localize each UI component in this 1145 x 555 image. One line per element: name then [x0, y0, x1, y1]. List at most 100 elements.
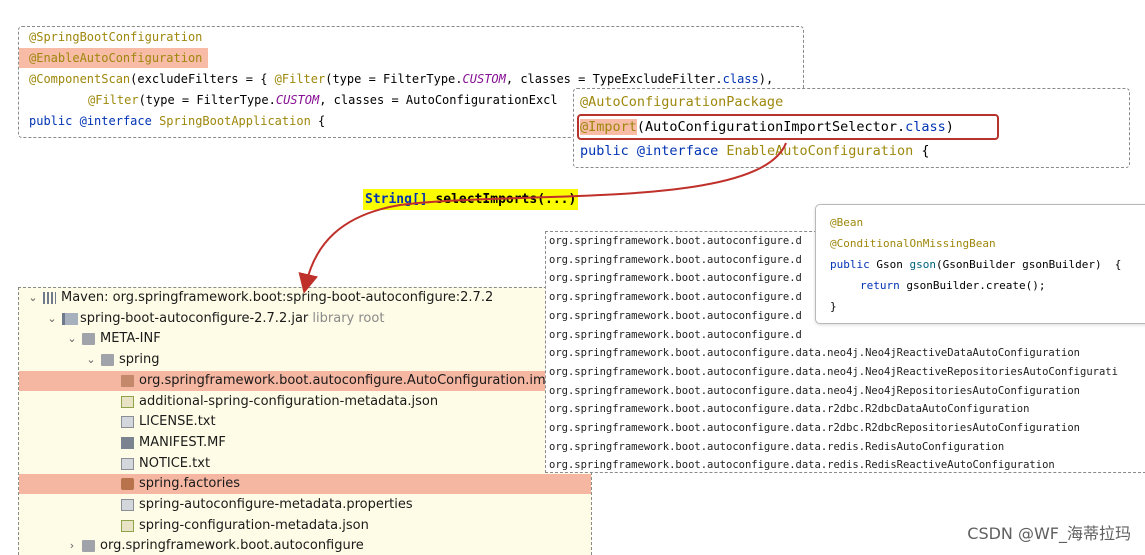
chevron-down-icon[interactable]: ⌄	[85, 350, 97, 370]
text-file-icon	[121, 416, 134, 429]
code-text: {	[310, 114, 326, 128]
tree-row[interactable]: additional-spring-configuration-metadata…	[19, 392, 591, 412]
chevron-down-icon[interactable]: ⌄	[27, 288, 39, 308]
chevron-down-icon[interactable]: ⌄	[46, 309, 58, 329]
tree-row-label: org.springframework.boot.autoconfigure	[100, 538, 364, 554]
public-keyword: public	[29, 114, 73, 128]
jar-icon	[62, 312, 78, 325]
tree-row[interactable]: ⌄ spring-boot-autoconfigure-2.7.2.jar lib…	[19, 309, 591, 329]
tree-row[interactable]: ⌄ Maven: org.springframework.boot:spring-…	[19, 288, 591, 308]
tree-row[interactable]: org.springframework.boot.autoconfigure.A…	[19, 370, 591, 391]
code-text: Gson	[869, 258, 910, 271]
json-file-icon	[121, 519, 134, 532]
interface-keyword: @interface	[79, 114, 152, 128]
code-line-1: @Bean	[830, 216, 863, 230]
folder-icon	[82, 540, 95, 553]
tree-row-label: META-INF	[100, 331, 161, 347]
code-text: ),	[758, 72, 774, 86]
import-annotation: @Import	[580, 119, 637, 135]
tree-row[interactable]: ⌄ spring	[19, 350, 591, 370]
public-keyword: public	[830, 258, 870, 271]
code-line-2: @EnableAutoConfiguration	[19, 48, 209, 68]
auto-configuration-entry: org.springframework.boot.autoconfigure.d…	[549, 347, 1081, 360]
bean-annotation: @Bean	[830, 216, 864, 229]
closing-brace: }	[830, 300, 837, 313]
code-line-4: return gsonBuilder.create();	[860, 279, 1045, 293]
select-imports-method: selectImports(...)	[435, 192, 577, 207]
tree-row-label: MANIFEST.MF	[139, 434, 226, 450]
watermark: CSDN @WF_海蒂拉玛	[967, 520, 1131, 544]
code-line-2: @Import(AutoConfigurationImportSelector.…	[580, 119, 954, 135]
chevron-right-icon[interactable]: ›	[66, 536, 78, 555]
tree-row[interactable]: MANIFEST.MF	[19, 433, 591, 453]
auto-configuration-entry: org.springframework.boot.autoconfigure.d…	[549, 459, 1055, 472]
project-tree: ⌄ Maven: org.springframework.boot:spring-…	[18, 287, 592, 555]
tree-row-label: spring.factories	[139, 476, 241, 492]
code-text: (type = FilterType.	[138, 93, 276, 107]
tree-row[interactable]: NOTICE.txt	[19, 454, 591, 474]
class-keyword: class	[905, 119, 946, 135]
public-keyword: public	[580, 143, 629, 159]
tree-row[interactable]: › org.springframework.boot.autoconfigure	[19, 536, 591, 555]
enable-auto-configuration-name: EnableAutoConfiguration	[726, 143, 914, 159]
auto-configuration-entry: org.springframework.boot.autoconfigure.d…	[549, 422, 1081, 434]
gson-method-name: gson	[909, 258, 937, 271]
auto-configuration-entry: org.springframework.boot.autoconfigure.d…	[549, 384, 1081, 397]
folder-icon	[82, 333, 95, 346]
tree-row[interactable]: spring.factories	[19, 474, 591, 495]
folder-icon	[101, 354, 114, 367]
code-line-5: }	[830, 300, 837, 314]
springboot-application-name: SpringBootApplication	[159, 114, 311, 128]
tree-row-label: NOTICE.txt	[139, 455, 211, 471]
auto-configuration-entry: org.springframework.boot.autoconfigure.d…	[549, 440, 1005, 453]
code-text: , classes = TypeExcludeFilter.	[505, 72, 723, 86]
text-file-icon	[121, 457, 134, 470]
library-icon	[43, 292, 56, 304]
code-line-3: public Gson gson(GsonBuilder gsonBuilder…	[830, 258, 1121, 272]
code-line-3: @ComponentScan(excludeFilters = { @Filte…	[29, 72, 773, 86]
tree-row-label: org.springframework.boot.autoconfigure.A…	[139, 372, 573, 388]
code-line-4: @Filter(type = FilterType.CUSTOM, classe…	[88, 93, 558, 107]
return-keyword: return	[860, 279, 900, 292]
code-line-3: public @interface EnableAutoConfiguratio…	[580, 143, 930, 159]
select-imports-label: String[] selectImports(...)	[363, 189, 579, 210]
tree-row-label: spring-configuration-metadata.json	[139, 517, 369, 533]
text-file-icon	[121, 499, 134, 511]
tree-row[interactable]: spring-configuration-metadata.json	[19, 516, 591, 536]
tree-row-label: LICENSE.txt	[139, 414, 216, 430]
spring-boot-configuration-annotation: @SpringBootConfiguration	[29, 30, 203, 44]
code-text: (GsonBuilder gsonBuilder) {	[936, 258, 1122, 271]
tree-row[interactable]: ⌄ META-INF	[19, 329, 591, 349]
tree-row-label: spring	[119, 352, 160, 368]
auto-configuration-entry: org.springframework.boot.autoconfigure.d	[549, 272, 802, 285]
class-keyword: class	[722, 72, 759, 86]
auto-configuration-entry: org.springframework.boot.autoconfigure.d	[549, 328, 802, 341]
conditional-on-missing-bean-annotation: @ConditionalOnMissingBean	[830, 237, 996, 250]
code-text: gsonBuilder.create();	[899, 279, 1046, 292]
tree-row[interactable]: LICENSE.txt	[19, 412, 591, 432]
code-text: {	[913, 143, 930, 159]
enable-auto-configuration-annotation: @EnableAutoConfiguration	[19, 48, 209, 68]
auto-configuration-entry: org.springframework.boot.autoconfigure.d	[549, 291, 802, 304]
tree-row-label: spring-boot-autoconfigure-2.7.2.jar libr…	[80, 310, 385, 326]
code-line-1: @AutoConfigurationPackage	[580, 94, 783, 110]
component-scan-annotation: @ComponentScan	[29, 72, 131, 86]
code-text: , classes = AutoConfigurationExcl	[319, 93, 558, 107]
manifest-icon	[121, 436, 134, 449]
custom-constant: CUSTOM	[275, 93, 320, 107]
string-array-type: String[]	[365, 192, 428, 207]
auto-configuration-entry: org.springframework.boot.autoconfigure.d	[549, 309, 802, 322]
chevron-down-icon[interactable]: ⌄	[66, 329, 78, 349]
auto-configuration-entry: org.springframework.boot.autoconfigure.d	[549, 253, 802, 266]
tree-row-label: spring-autoconfigure-metadata.properties	[139, 497, 413, 512]
filter-annotation: @Filter	[274, 72, 326, 86]
code-line-1: @SpringBootConfiguration	[29, 30, 202, 44]
factories-icon	[121, 478, 134, 491]
code-line-5: public @interface SpringBootApplication …	[29, 114, 325, 128]
enable-auto-configuration-code-box: @AutoConfigurationPackage @Import(AutoCo…	[573, 88, 1130, 168]
tree-row-label: additional-spring-configuration-metadata…	[139, 393, 439, 409]
interface-keyword: @interface	[636, 143, 719, 159]
auto-configuration-entry: org.springframework.boot.autoconfigure.d	[549, 235, 802, 247]
tree-row[interactable]: spring-autoconfigure-metadata.properties	[19, 495, 591, 515]
code-text: (excludeFilters = {	[130, 72, 275, 86]
